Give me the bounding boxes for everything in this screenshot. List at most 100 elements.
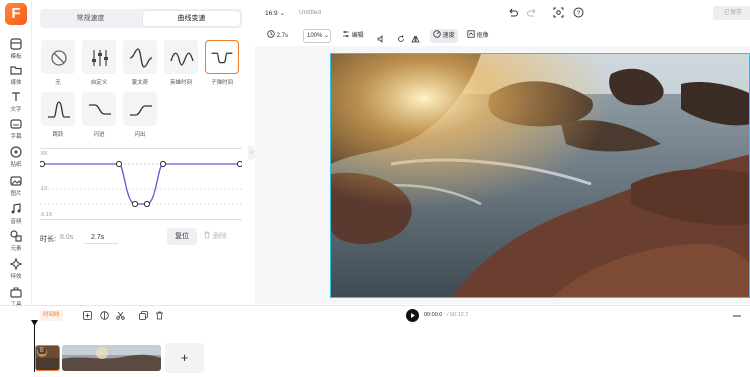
rail-item-tools[interactable]: 工具 (0, 285, 32, 311)
toolbox-icon (10, 287, 22, 298)
rail-item-template[interactable]: 模板 (0, 37, 32, 63)
curve-point (131, 200, 139, 208)
clip-filmstrip (62, 345, 161, 371)
rotate-icon[interactable] (397, 32, 405, 46)
sliders-icon (92, 50, 108, 66)
sticker-icon (10, 146, 22, 158)
none-icon (51, 50, 67, 66)
rail-label: 特效 (10, 274, 22, 280)
duplicate-icon[interactable] (139, 311, 148, 320)
preset-label: 蒙太奇 (131, 80, 149, 86)
speed-icon (433, 30, 441, 38)
rail-item-image[interactable]: 图片 (0, 174, 32, 200)
curve-montage-icon (129, 48, 153, 68)
preset-custom[interactable]: 自定义 (82, 40, 116, 86)
preset-bullet-time[interactable]: 子弹时间 (205, 40, 239, 86)
rail-item-text[interactable]: 文字 (0, 90, 32, 116)
video-clip[interactable] (62, 345, 161, 371)
clip-cover-thumbnail[interactable]: 0: (35, 345, 60, 371)
undo-icon[interactable] (507, 7, 518, 18)
curve-plot (40, 160, 242, 208)
scissors-icon[interactable] (116, 311, 125, 320)
delete-button[interactable]: 删除 (203, 228, 241, 245)
shapes-icon (10, 230, 22, 242)
curve-point (236, 160, 242, 168)
add-track-icon[interactable] (83, 311, 92, 320)
preset-label: 英雄时刻 (169, 80, 192, 86)
image-icon (10, 176, 22, 186)
screenshot-icon[interactable] (553, 7, 564, 18)
template-icon (10, 38, 22, 50)
redo-icon[interactable] (527, 7, 538, 18)
preview-stage (255, 46, 750, 304)
curve-point (159, 160, 167, 168)
top-bar: 16:9 ⌄ Untitled ? 已保存 (255, 0, 750, 26)
preset-jump[interactable]: 跳跃 (41, 92, 75, 138)
timeline-mode-badge[interactable]: 时间线 (40, 310, 63, 321)
add-clip-button[interactable]: + (165, 343, 204, 373)
rail-label: 音频 (10, 219, 22, 225)
split-icon[interactable] (100, 311, 109, 320)
video-preview[interactable] (330, 53, 750, 298)
clip-duration-value: 2.7s (276, 33, 289, 39)
curve-hero-icon (170, 52, 194, 66)
keyframe-label: 抠像 (476, 33, 489, 39)
flip-icon[interactable] (411, 32, 420, 46)
rail-item-media[interactable]: 媒体 (0, 63, 32, 89)
trash-icon[interactable] (155, 311, 164, 320)
trash-icon (204, 231, 210, 239)
keyframe-button[interactable]: 抠像 (467, 29, 489, 43)
preset-hero[interactable]: 英雄时刻 (164, 40, 198, 86)
preset-montage[interactable]: 蒙太奇 (123, 40, 157, 86)
clock-icon (267, 30, 275, 38)
speed-curve-graph[interactable]: 8X 1X 0.1X (40, 148, 242, 220)
clip-duration[interactable]: 2.7s (267, 29, 288, 43)
collapse-panel-toggle[interactable]: ‹ (248, 146, 255, 160)
clip-badge: 0: (38, 348, 47, 354)
duration-original: 8.0s (60, 234, 74, 241)
subtitle-icon (10, 119, 22, 129)
volume-icon[interactable] (377, 32, 385, 46)
zoom-select[interactable]: 100% ⌄ (303, 29, 331, 43)
preset-flash-out[interactable]: 闪出 (123, 92, 157, 138)
preset-flash-in[interactable]: 闪进 (82, 92, 116, 138)
curve-jump-icon (48, 101, 70, 118)
speed-tabs: 常规速度 曲线变速 (40, 9, 242, 28)
help-icon[interactable]: ? (573, 7, 584, 18)
play-button[interactable] (406, 309, 419, 322)
speed-label: 速度 (442, 33, 455, 39)
preset-label: 自定义 (90, 80, 108, 86)
curve-flash-in-icon (89, 104, 111, 115)
preset-label: 跳跃 (52, 132, 64, 138)
rail-item-audio[interactable]: 音频 (0, 202, 32, 228)
app-logo[interactable]: F (5, 3, 27, 25)
music-icon (11, 203, 21, 214)
rail-item-sticker[interactable]: 贴纸 (0, 145, 32, 171)
reset-button[interactable]: 复位 (167, 228, 197, 245)
zoom-out-icon[interactable] (733, 315, 741, 317)
speed-button[interactable]: 速度 (430, 29, 458, 43)
clip-toolbar: 2.7s 100% ⌄ 编辑 速度 抠像 (255, 26, 750, 46)
delete-label: 删除 (212, 233, 227, 240)
effects-icon (9, 257, 23, 271)
duration-divider (84, 243, 118, 244)
playhead[interactable] (34, 322, 35, 372)
preset-none[interactable]: 无 (41, 40, 75, 86)
tab-normal-speed[interactable]: 常规速度 (42, 11, 139, 26)
tab-curve-speed[interactable]: 曲线变速 (143, 11, 240, 26)
rail-label: 媒体 (10, 80, 22, 86)
aspect-ratio-select[interactable]: 16:9 ⌄ (265, 9, 285, 17)
timeline-toolbar: 时间线 00:00.0 / 00:12.7 (33, 306, 750, 326)
current-time: 00:00.0 (424, 312, 443, 318)
rail-item-effects[interactable]: 特效 (0, 257, 32, 283)
rail-label: 工具 (0, 300, 32, 308)
project-title[interactable]: Untitled (299, 9, 321, 16)
rail-label: 图片 (10, 191, 22, 197)
speed-panel: 常规速度 曲线变速 无 自定义 蒙太奇 英雄时刻 子弹时间 跳跃 闪进 闪出 8… (33, 0, 249, 305)
export-button[interactable]: 已保存 (713, 6, 750, 20)
rail-item-subtitle[interactable]: 字幕 (0, 117, 32, 143)
edit-button[interactable]: 编辑 (342, 29, 364, 43)
rail-item-elements[interactable]: 元素 (0, 229, 32, 255)
editor-app: F 模板 媒体 文字 字幕 贴纸 图片 音频 元素 特效 常规速度 曲线变速 无… (0, 0, 750, 377)
preview-frame (331, 54, 749, 297)
